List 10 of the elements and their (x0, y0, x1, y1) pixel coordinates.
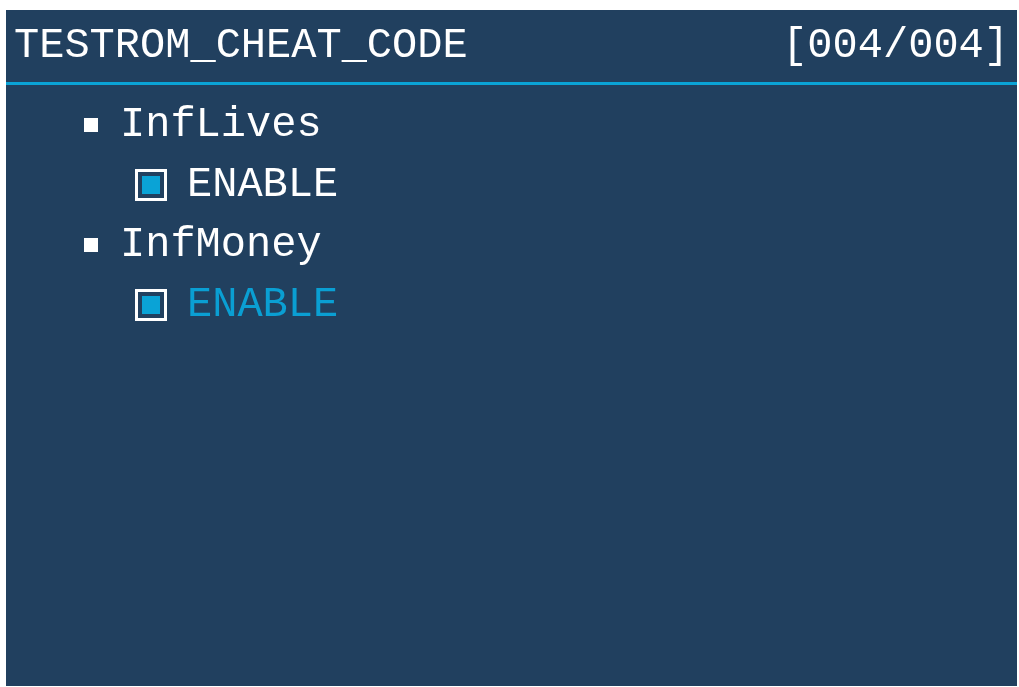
checkbox[interactable] (135, 289, 167, 321)
bullet-icon (84, 118, 98, 132)
cheat-name: InfMoney (120, 224, 322, 266)
option-label[interactable]: ENABLE (187, 284, 339, 326)
bullet-icon (84, 238, 98, 252)
cheat-name: InfLives (120, 104, 322, 146)
screen-title: TESTROM_CHEAT_CODE (14, 25, 468, 67)
option-label[interactable]: ENABLE (187, 164, 339, 206)
checkbox[interactable] (135, 169, 167, 201)
page-counter: [004/004] (782, 25, 1009, 67)
